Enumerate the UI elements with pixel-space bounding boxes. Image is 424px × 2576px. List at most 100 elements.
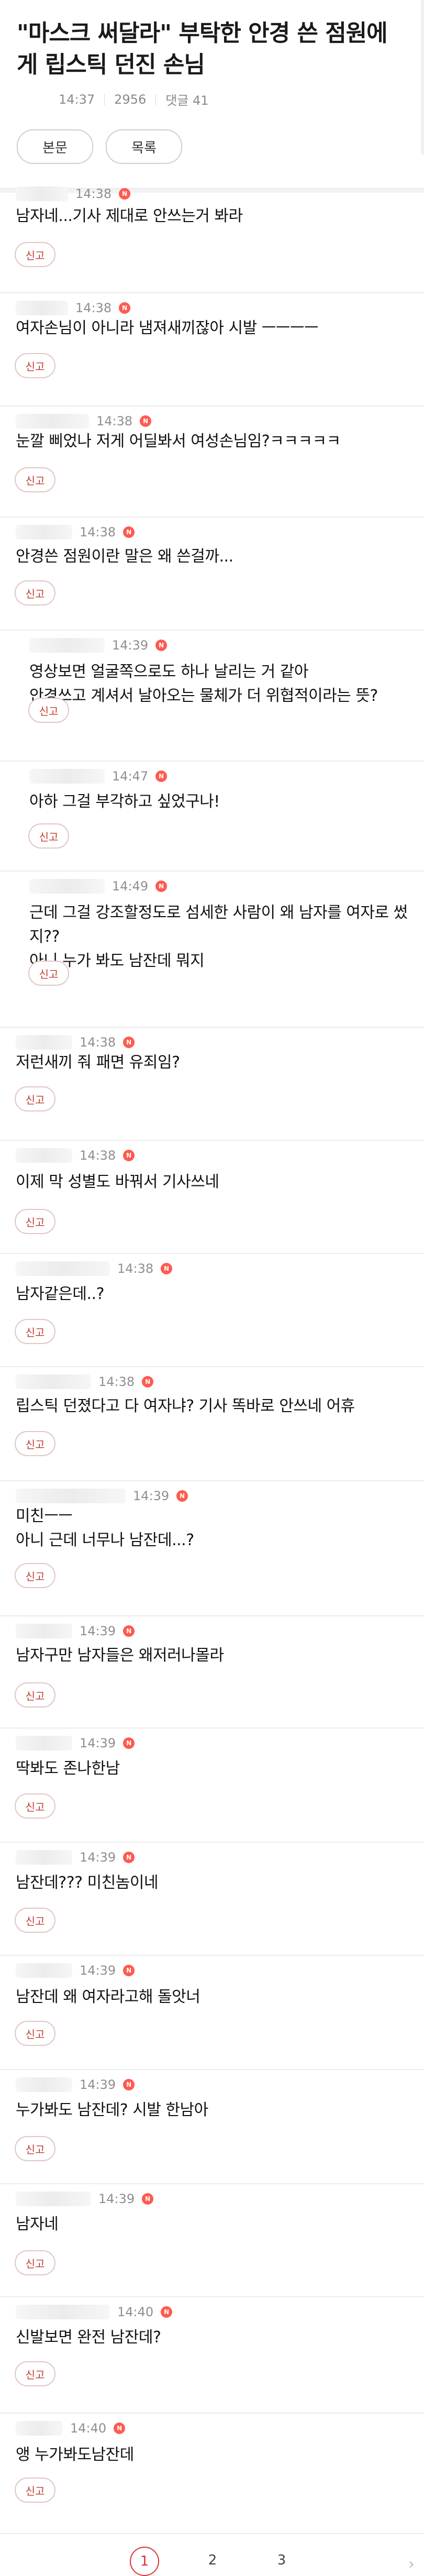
author-name-redacted <box>16 1736 72 1751</box>
comment-time: 14:38 <box>80 1035 116 1050</box>
author-name-redacted <box>16 1148 72 1163</box>
report-button[interactable]: 신고 <box>28 823 69 849</box>
comment-meta: 14:39 N <box>16 1963 135 1978</box>
comment-time: 14:39 <box>80 1963 116 1978</box>
author-name-redacted <box>16 1850 72 1865</box>
comment-text: 여자손님이 아니라 냄져새끼잖아 시발 ㅡㅡㅡㅡ <box>16 319 319 337</box>
body-button[interactable]: 본문 <box>17 129 93 164</box>
comment-item: 14:39 N 미친ㅡㅡ 아니 근데 너무나 남잔데...? 신고 <box>0 1481 424 1616</box>
comment-meta: 14:38 N <box>16 1035 135 1050</box>
comment-item: 14:38 N 여자손님이 아니라 냄져새끼잖아 시발 ㅡㅡㅡㅡ 신고 <box>0 293 424 406</box>
comment-time: 14:38 <box>98 1374 135 1389</box>
comment-text: 눈깔 삐었나 저게 어딜봐서 여성손님임?ㅋㅋㅋㅋㅋ <box>16 432 341 450</box>
author-name-redacted <box>16 2305 110 2319</box>
comment-item: 14:38 N 저런새끼 줘 패면 유죄임? 신고 <box>0 1028 424 1141</box>
post-title: "마스크 써달라" 부탁한 안경 쓴 점원에게 립스틱 던진 손님 <box>17 20 388 78</box>
comment-item: 14:38 N 안경쓴 점원이란 말은 왜 쓴걸까... 신고 <box>0 518 424 631</box>
comment-item: 14:39 N 남자구만 남자들은 왜저러나몰라신고 <box>0 1616 424 1729</box>
comment-meta: 14:39 N <box>29 638 168 653</box>
comment-meta: 14:39 N <box>16 1624 135 1638</box>
comment-item: 14:38 N 눈깔 삐었나 저게 어딜봐서 여성손님임?ㅋㅋㅋㅋㅋ 신고 <box>0 406 424 518</box>
new-badge-icon: N <box>123 1037 135 1048</box>
report-button[interactable]: 신고 <box>15 1209 55 1234</box>
post-views: 2956 <box>114 92 147 107</box>
page-1[interactable]: 1 <box>130 2547 159 2576</box>
comment-text: 앵 누가봐도남잔데 <box>16 2446 134 2464</box>
report-button[interactable]: 신고 <box>15 467 55 492</box>
comment-time: 14:47 <box>112 769 149 784</box>
comment-meta: 14:40 N <box>16 2421 126 2436</box>
comment-time: 14:38 <box>75 301 112 315</box>
new-badge-icon: N <box>119 188 131 200</box>
report-button[interactable]: 신고 <box>28 698 69 723</box>
report-button[interactable]: 신고 <box>15 1319 55 1344</box>
comment-time: 14:39 <box>80 1736 116 1751</box>
comment-text: 립스틱 던졌다고 다 여자냐? 기사 똑바로 안쓰네 어휴 <box>16 1397 355 1415</box>
page-3[interactable]: 3 <box>268 2547 295 2574</box>
comment-meta: 14:39 N <box>16 2192 154 2206</box>
comment-text: 신발보면 완전 남잔데? <box>16 2328 161 2347</box>
author-name-redacted <box>16 1261 110 1276</box>
author-name-redacted <box>16 414 89 428</box>
new-badge-icon: N <box>155 880 168 892</box>
comment-time: 14:39 <box>112 638 149 653</box>
comment-meta: 14:39 N <box>16 1489 188 1503</box>
report-button[interactable]: 신고 <box>15 2250 55 2275</box>
comment-time: 14:38 <box>80 525 116 540</box>
new-badge-icon: N <box>123 1150 135 1161</box>
report-button[interactable]: 신고 <box>15 1908 55 1933</box>
report-button[interactable]: 신고 <box>15 580 55 606</box>
comment-meta: 14:40 N <box>16 2305 173 2319</box>
author-name-redacted <box>16 1489 126 1503</box>
author-name-redacted <box>16 2192 91 2206</box>
comment-meta: 14:49 N <box>29 879 168 894</box>
post-comment-count: 댓글 41 <box>165 93 209 108</box>
comment-item: 14:40 N 신발보면 완전 남잔데? 신고 <box>0 2297 424 2414</box>
new-badge-icon: N <box>142 2193 154 2205</box>
report-button[interactable]: 신고 <box>15 2136 55 2161</box>
comment-item: 14:38 N 립스틱 던졌다고 다 여자냐? 기사 똑바로 안쓰네 어휴신고 <box>0 1367 424 1481</box>
comment-time: 14:39 <box>80 1850 116 1865</box>
new-badge-icon: N <box>161 2306 173 2318</box>
comment-text: 남잔데??? 미친놈이네 <box>16 1874 159 1892</box>
author-name-redacted <box>16 301 68 315</box>
comment-text: 남자구만 남자들은 왜저러나몰라 <box>16 1646 224 1665</box>
report-button[interactable]: 신고 <box>15 1682 55 1708</box>
author-name-redacted <box>16 1374 91 1389</box>
report-button[interactable]: 신고 <box>15 1086 55 1111</box>
report-button[interactable]: 신고 <box>15 242 55 267</box>
report-button[interactable]: 신고 <box>28 961 69 986</box>
author-name-redacted <box>16 525 72 540</box>
comment-time: 14:39 <box>80 1624 116 1638</box>
comment-item: 14:38 N 이제 막 성별도 바꿔서 기사쓰네 신고 <box>0 1141 424 1254</box>
comment-time: 14:39 <box>98 2192 135 2206</box>
report-button[interactable]: 신고 <box>15 1793 55 1819</box>
comment-meta: 14:38 N <box>16 1261 173 1276</box>
list-button[interactable]: 목록 <box>106 129 182 164</box>
report-button[interactable]: 신고 <box>15 1563 55 1588</box>
comment-time: 14:38 <box>75 186 112 201</box>
report-button[interactable]: 신고 <box>15 2021 55 2046</box>
author-name-redacted <box>16 1624 72 1638</box>
next-page-icon[interactable]: › <box>408 2555 415 2573</box>
comment-meta: 14:38 N <box>16 1374 154 1389</box>
comment-item: 14:38 N 남자네...기사 제대로 안쓰는거 봐라 신고 <box>0 179 424 293</box>
comment-time: 14:39 <box>133 1489 170 1503</box>
report-button[interactable]: 신고 <box>15 2478 55 2503</box>
comment-meta: 14:38 N <box>16 525 135 540</box>
comment-item: 14:38 N 남자같은데..? 신고 <box>0 1254 424 1367</box>
comment-item: 14:39 N 남잔데 왜 여자라고해 돌앗너 신고 <box>0 1956 424 2070</box>
comment-meta: 14:39 N <box>16 1850 135 1865</box>
report-button[interactable]: 신고 <box>15 2361 55 2386</box>
comment-meta: 14:38 N <box>16 1148 135 1163</box>
comment-time: 14:40 <box>70 2421 107 2436</box>
new-badge-icon: N <box>155 770 168 782</box>
post-time: 14:37 <box>59 92 95 107</box>
page-2[interactable]: 2 <box>199 2547 226 2574</box>
report-button[interactable]: 신고 <box>15 353 55 378</box>
author-name-redacted <box>16 2421 63 2436</box>
author-name-redacted <box>16 1963 72 1978</box>
new-badge-icon: N <box>155 640 168 651</box>
report-button[interactable]: 신고 <box>15 1431 55 1456</box>
post-actions: 본문 목록 <box>17 129 407 164</box>
